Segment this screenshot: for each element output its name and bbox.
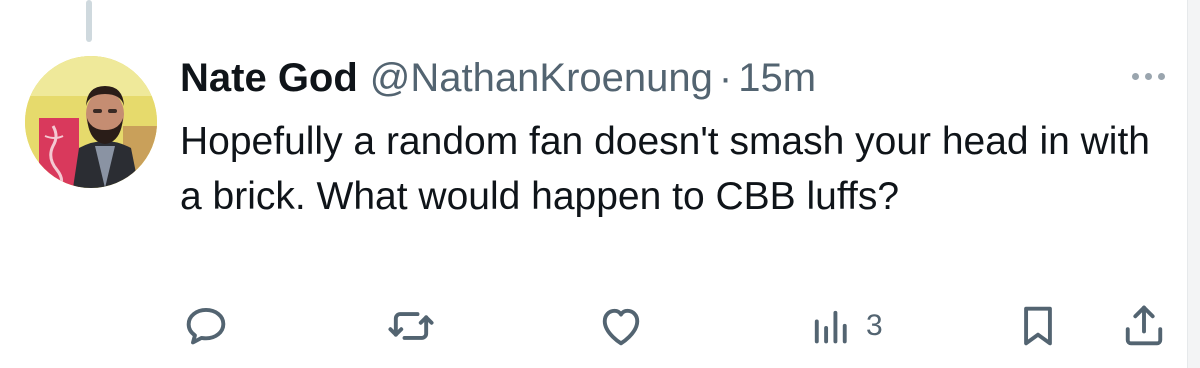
more-dot [1144,72,1152,80]
author-name[interactable]: Nate God [180,56,358,101]
views-button[interactable]: 3 [804,300,883,352]
share-icon [1125,305,1163,346]
reply-button[interactable] [180,300,232,352]
avatar-image [25,56,157,188]
bookmark-button[interactable] [1012,300,1064,352]
views-count: 3 [866,309,883,342]
timestamp[interactable]: 15m [738,56,816,101]
heart-icon [602,308,640,346]
avatar[interactable] [25,56,157,188]
like-button[interactable] [595,300,647,352]
author-handle[interactable]: @NathanKroenung [370,56,713,101]
views-icon [814,310,847,344]
thread-connector-line [86,0,92,42]
tweet-actions-bar: 3 [180,300,1170,352]
tweet-header: Nate God @NathanKroenung · 15m [180,56,816,100]
tweet-text: Hopefully a random fan doesn't smash you… [180,120,1150,218]
more-dot [1157,72,1165,80]
reply-icon [186,308,226,345]
share-button[interactable] [1118,300,1170,352]
retweet-icon [388,312,434,340]
more-dot [1131,72,1139,80]
bookmark-icon [1024,306,1052,346]
right-panel-edge [1187,0,1200,368]
retweet-button[interactable] [385,300,437,352]
header-separator: · [718,56,733,100]
more-options-icon[interactable] [1124,62,1172,90]
